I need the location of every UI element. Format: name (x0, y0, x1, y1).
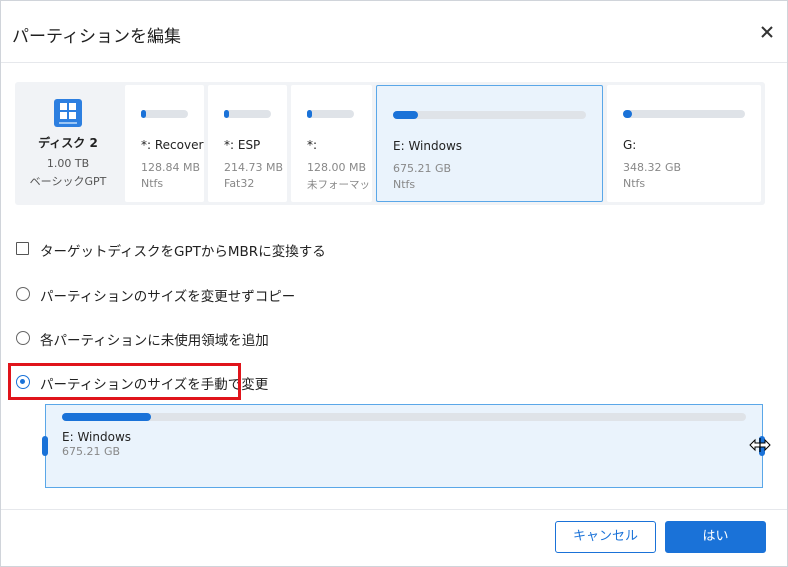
usage-fill (141, 110, 146, 118)
partition-capacity: 214.73 MB (224, 161, 284, 174)
ok-button[interactable]: はい (665, 521, 766, 553)
usage-bar (623, 110, 745, 118)
convert-mbr-label: ターゲットディスクをGPTからMBRに変換する (40, 244, 326, 260)
disk-size: 1.00 TB (46, 157, 90, 170)
resize-handle-left[interactable] (42, 436, 48, 456)
usage-bar (141, 110, 188, 118)
radio-icon[interactable] (16, 331, 30, 345)
dialog-title: パーティションを編集 (12, 27, 181, 47)
usage-fill (224, 110, 229, 118)
partition-card-g[interactable]: G: 348.32 GB Ntfs (607, 85, 761, 202)
partition-label: *: (307, 138, 318, 152)
partition-label: E: Windows (393, 139, 463, 153)
checkbox-icon[interactable] (16, 242, 29, 255)
partition-capacity: 348.32 GB (623, 161, 682, 174)
resize-partition-capacity: 675.21 GB (62, 445, 121, 458)
resize-usage-bar (62, 413, 746, 421)
add-unused-space-radio[interactable]: 各パーティションに未使用領域を追加 (16, 328, 269, 349)
disk-map: ディスク 2 1.00 TB ベーシックGPT *: Recovery 128.… (15, 82, 765, 205)
disk-type: ベーシックGPT (29, 175, 107, 188)
partition-card-recovery[interactable]: *: Recovery 128.84 MB Ntfs (125, 85, 204, 202)
copy-without-resize-label: パーティションのサイズを変更せずコピー (40, 289, 296, 305)
partition-filesystem: Ntfs (393, 178, 416, 191)
usage-fill (393, 111, 419, 119)
partition-label: *: Recovery (141, 138, 204, 152)
close-icon[interactable] (756, 21, 778, 43)
partition-filesystem: Ntfs (623, 177, 646, 190)
usage-bar (307, 110, 354, 118)
add-unused-space-label: 各パーティションに未使用領域を追加 (40, 333, 269, 349)
partition-capacity: 128.84 MB (141, 161, 201, 174)
usage-bar (224, 110, 271, 118)
usage-bar (393, 111, 586, 119)
partition-card-windows[interactable]: E: Windows 675.21 GB Ntfs (376, 85, 603, 202)
windows-disk-icon (53, 97, 83, 129)
partition-filesystem: 未フォーマット (307, 179, 372, 191)
partition-card-unformatted[interactable]: *: 128.00 MB 未フォーマット (291, 85, 372, 202)
resize-partition-label: E: Windows (62, 430, 132, 444)
partition-filesystem: Ntfs (141, 177, 164, 190)
copy-without-resize-radio[interactable]: パーティションのサイズを変更せずコピー (16, 284, 295, 305)
resize-partition-panel: E: Windows 675.21 GB (45, 404, 763, 488)
resize-usage-fill (62, 413, 151, 421)
partition-label: *: ESP (224, 138, 261, 152)
partition-capacity: 128.00 MB (307, 161, 367, 174)
radio-icon[interactable] (16, 287, 30, 301)
resize-cursor-icon (749, 437, 771, 453)
red-highlight-frame (8, 363, 241, 400)
convert-mbr-checkbox[interactable]: ターゲットディスクをGPTからMBRに変換する (16, 239, 326, 260)
disk-name: ディスク 2 (38, 136, 98, 150)
disk-info: ディスク 2 1.00 TB ベーシックGPT (15, 82, 121, 205)
cancel-button[interactable]: キャンセル (555, 521, 656, 553)
title-bar: パーティションを編集 (1, 1, 787, 63)
usage-fill (623, 110, 632, 118)
footer-divider (1, 509, 787, 510)
partition-capacity: 675.21 GB (393, 162, 452, 175)
partition-card-esp[interactable]: *: ESP 214.73 MB Fat32 (208, 85, 287, 202)
partition-filesystem: Fat32 (224, 177, 255, 190)
partition-label: G: (623, 138, 637, 152)
edit-partition-dialog: パーティションを編集 ディスク 2 1.00 TB ベーシックGPT *: Re… (0, 0, 788, 567)
usage-fill (307, 110, 312, 118)
